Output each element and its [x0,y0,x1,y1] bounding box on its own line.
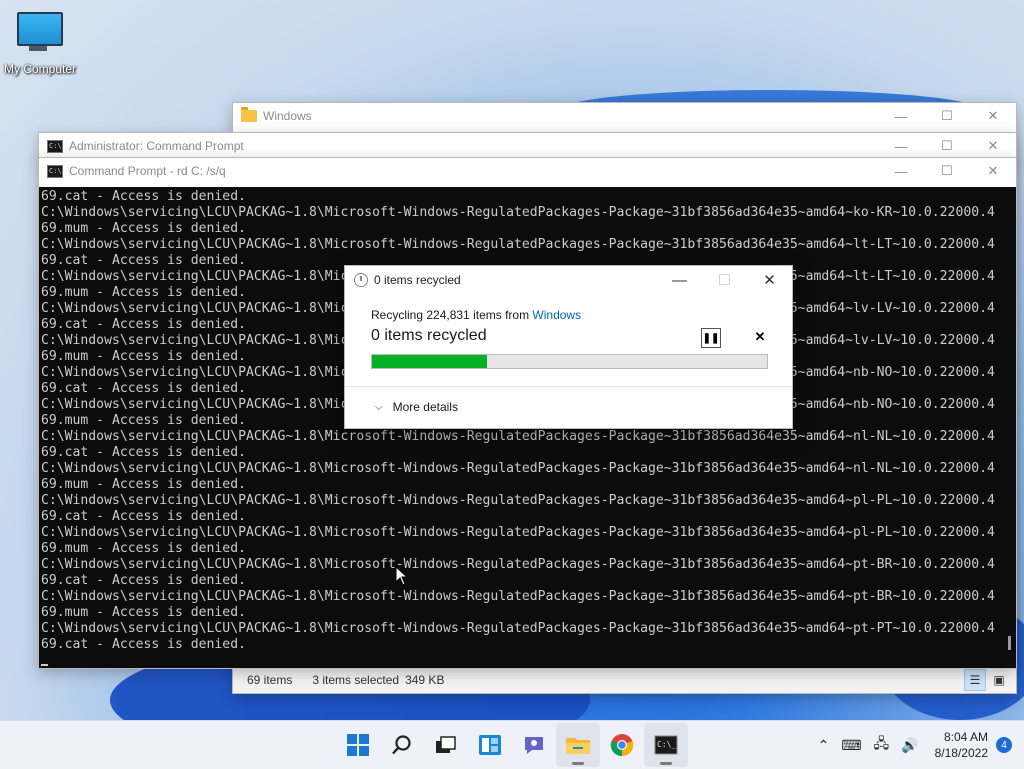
recycling-text: Recycling 224,831 items from [371,308,530,322]
svg-text:C:\_: C:\_ [657,740,676,749]
volume-icon[interactable]: 🔊 [901,737,918,754]
close-button[interactable]: ✕ [970,158,1016,184]
explorer-titlebar[interactable]: Windows — ☐ ✕ [233,103,1016,129]
admin-cmd-titlebar[interactable]: C:\ Administrator: Command Prompt — ☐ ✕ [39,133,1016,159]
desktop-icon-label: My Computer [3,62,77,76]
minimize-button[interactable]: — [657,266,702,294]
folder-icon [241,107,257,122]
divider [345,386,792,387]
selection-count: 3 items selected [312,673,400,687]
progress-bar [371,354,768,369]
maximize-button: ☐ [717,272,732,289]
network-icon[interactable]: 🖧 [874,733,890,757]
minimize-button[interactable]: — [878,103,924,129]
progress-fill [372,355,487,368]
explorer-title: Windows [263,109,312,123]
tiles-view-icon[interactable]: ▣ [988,669,1010,691]
widgets-icon[interactable] [468,723,512,767]
chevron-up-icon[interactable]: ⌃ [818,737,830,754]
scrollbar-thumb[interactable] [1008,636,1011,650]
dialog-title: 0 items recycled [374,273,461,287]
clock-date: 8/18/2022 [934,746,988,760]
close-button[interactable]: ✕ [747,266,792,294]
clock-time: 8:04 AM [943,730,988,744]
text-cursor [41,664,48,666]
system-clock[interactable]: 8:04 AM 8/18/2022 [935,729,988,761]
minimize-button[interactable]: — [878,158,924,184]
file-explorer-icon[interactable] [556,723,600,767]
taskbar: C:\_ ⌃ ⌨ 🖧 🔊 8:04 AM 8/18/2022 4 [0,720,1024,769]
keyboard-icon[interactable]: ⌨ [841,737,861,754]
close-button[interactable]: ✕ [970,133,1016,159]
explorer-statusbar: 69 items 3 items selected 349 KB ☰ ▣ [233,666,1016,693]
dialog-titlebar[interactable]: 0 items recycled — ☐ ✕ [345,266,792,294]
terminal-icon[interactable]: C:\_ [644,723,688,767]
task-view-icon[interactable] [424,723,468,767]
recycle-progress-dialog[interactable]: 0 items recycled — ☐ ✕ Recycling 224,831… [344,265,793,429]
item-count: 69 items [247,673,293,687]
minimize-button[interactable]: — [878,133,924,159]
cancel-button[interactable]: ✕ [751,328,769,346]
pause-button[interactable]: ❚❚ [701,328,721,348]
notification-badge[interactable]: 4 [996,737,1012,753]
maximize-button[interactable]: ☐ [924,133,970,159]
recycling-summary: Recycling 224,831 items from Windows [371,308,766,322]
start-icon[interactable] [336,723,380,767]
chat-icon[interactable] [512,723,556,767]
clock-icon [354,273,368,287]
chrome-icon[interactable] [600,723,644,767]
maximize-button[interactable]: ☐ [924,103,970,129]
selection-size: 349 KB [405,673,445,687]
admin-cmd-title: Administrator: Command Prompt [69,139,244,153]
console-scrollbar[interactable] [1001,187,1016,668]
computer-icon [17,12,63,51]
mouse-pointer-icon [395,566,409,586]
cmd-title: Command Prompt - rd C: /s/q [69,164,226,178]
cmd-titlebar[interactable]: C:\ Command Prompt - rd C: /s/q — ☐ ✕ [39,158,1016,184]
details-view-icon[interactable]: ☰ [964,669,986,691]
more-details-toggle[interactable]: ⌵ More details [375,400,458,414]
cmd-icon: C:\ [47,164,63,178]
maximize-button[interactable]: ☐ [924,158,970,184]
source-folder-link[interactable]: Windows [532,308,581,322]
close-button[interactable]: ✕ [970,103,1016,129]
cmd-icon: C:\ [47,139,63,153]
desktop-icon-my-computer[interactable]: My Computer [2,10,78,76]
chevron-down-icon: ⌵ [375,401,383,413]
more-details-label: More details [392,400,458,414]
search-icon[interactable] [380,723,424,767]
